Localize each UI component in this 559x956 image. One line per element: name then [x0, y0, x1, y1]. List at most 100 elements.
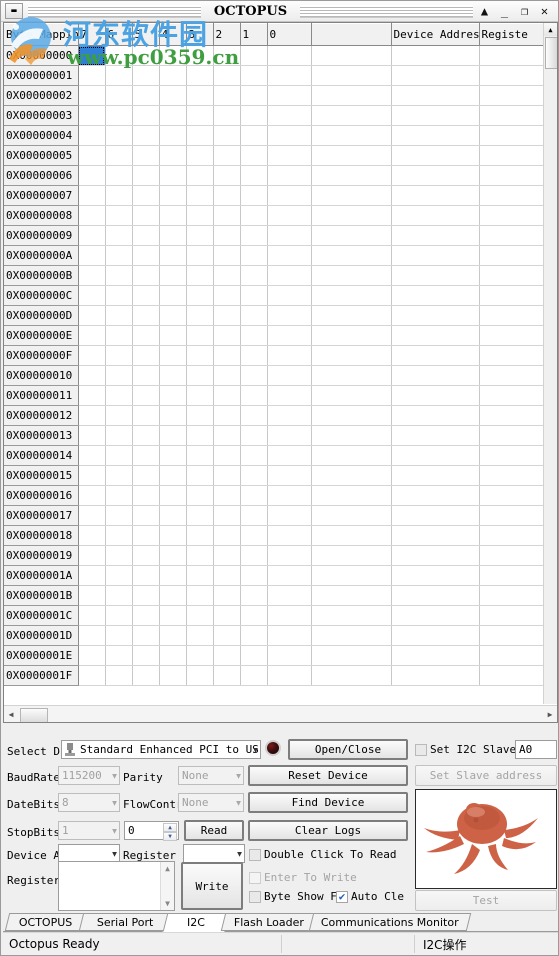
table-cell[interactable] [240, 165, 268, 186]
table-cell[interactable] [105, 265, 133, 286]
table-cell[interactable] [311, 345, 392, 366]
chevron-down-icon[interactable]: ▼ [253, 745, 258, 754]
table-cell[interactable] [159, 665, 187, 686]
table-cell[interactable] [479, 465, 545, 486]
table-cell[interactable] [391, 345, 480, 366]
table-cell[interactable] [132, 265, 160, 286]
table-cell[interactable] [78, 465, 106, 486]
table-cell[interactable] [267, 185, 312, 206]
table-cell[interactable] [240, 645, 268, 666]
table-cell[interactable] [159, 345, 187, 366]
table-row[interactable]: 0X00000012 [4, 405, 545, 426]
table-cell[interactable] [159, 605, 187, 626]
table-cell[interactable] [240, 425, 268, 446]
table-cell[interactable] [213, 365, 241, 386]
byte-show-box[interactable] [249, 890, 261, 903]
table-cell[interactable] [132, 405, 160, 426]
table-cell[interactable] [213, 265, 241, 286]
table-cell[interactable] [213, 145, 241, 166]
table-cell[interactable] [132, 585, 160, 606]
table-cell[interactable] [479, 65, 545, 86]
table-cell[interactable] [78, 565, 106, 586]
table-cell[interactable] [78, 625, 106, 646]
table-cell[interactable] [132, 305, 160, 326]
table-cell[interactable] [132, 565, 160, 586]
table-cell[interactable] [267, 365, 312, 386]
scroll-left-icon[interactable]: ◀ [4, 710, 18, 719]
table-cell[interactable] [159, 325, 187, 346]
table-cell[interactable] [240, 225, 268, 246]
table-cell[interactable] [391, 125, 480, 146]
table-cell[interactable] [267, 305, 312, 326]
table-cell[interactable] [479, 565, 545, 586]
table-cell[interactable] [240, 565, 268, 586]
table-cell[interactable] [240, 505, 268, 526]
table-cell[interactable] [479, 345, 545, 366]
table-cell[interactable] [78, 525, 106, 546]
table-row[interactable]: 0X00000004 [4, 125, 545, 146]
auto-clear-checkbox[interactable]: ✔ Auto Cle [336, 890, 404, 903]
table-cell[interactable] [479, 165, 545, 186]
table-row[interactable]: 0X0000000B [4, 265, 545, 286]
table-cell[interactable] [479, 545, 545, 566]
table-cell[interactable] [213, 465, 241, 486]
table-cell[interactable] [159, 85, 187, 106]
table-row[interactable]: 0X0000001D [4, 625, 545, 646]
table-cell[interactable] [186, 225, 214, 246]
table-cell[interactable] [78, 445, 106, 466]
table-cell[interactable] [311, 285, 392, 306]
table-cell[interactable] [132, 605, 160, 626]
table-cell[interactable] [213, 585, 241, 606]
table-cell[interactable] [186, 85, 214, 106]
table-cell[interactable] [105, 285, 133, 306]
table-cell[interactable] [267, 265, 312, 286]
table-cell[interactable] [132, 165, 160, 186]
table-cell[interactable] [311, 485, 392, 506]
table-cell[interactable] [267, 85, 312, 106]
table-row[interactable]: 0X00000018 [4, 525, 545, 546]
table-cell[interactable] [213, 545, 241, 566]
chevron-down-icon[interactable]: ▼ [236, 771, 241, 780]
table-cell[interactable] [267, 465, 312, 486]
table-cell[interactable] [267, 625, 312, 646]
register-count-stepper[interactable]: 0 ▲ ▼ [124, 821, 179, 841]
table-cell[interactable] [479, 305, 545, 326]
byte-show-checkbox[interactable]: Byte Show Fo [249, 890, 343, 903]
table-cell[interactable] [240, 305, 268, 326]
table-cell[interactable] [391, 465, 480, 486]
table-cell[interactable] [213, 165, 241, 186]
set-i2c-slave-box[interactable] [415, 743, 427, 756]
table-cell[interactable] [267, 505, 312, 526]
table-cell[interactable] [267, 205, 312, 226]
table-cell[interactable] [240, 405, 268, 426]
table-cell[interactable] [213, 225, 241, 246]
table-cell[interactable] [213, 85, 241, 106]
table-row[interactable]: 0X0000000C [4, 285, 545, 306]
table-cell[interactable] [391, 165, 480, 186]
table-cell[interactable] [240, 605, 268, 626]
table-cell[interactable] [132, 545, 160, 566]
table-cell[interactable] [311, 305, 392, 326]
table-cell[interactable] [78, 45, 106, 66]
table-row[interactable]: 0X00000003 [4, 105, 545, 126]
table-cell[interactable] [267, 65, 312, 86]
row-header-address[interactable]: 0X0000001B [4, 585, 79, 606]
table-cell[interactable] [105, 365, 133, 386]
table-cell[interactable] [391, 365, 480, 386]
table-row[interactable]: 0X00000001 [4, 65, 545, 86]
table-cell[interactable] [240, 185, 268, 206]
table-cell[interactable] [186, 45, 214, 66]
tab-i2c[interactable]: I2C [162, 913, 230, 932]
table-cell[interactable] [78, 105, 106, 126]
table-cell[interactable] [213, 485, 241, 506]
table-cell[interactable] [391, 305, 480, 326]
table-cell[interactable] [240, 385, 268, 406]
table-cell[interactable] [391, 585, 480, 606]
row-header-address[interactable]: 0X0000001A [4, 565, 79, 586]
table-cell[interactable] [186, 145, 214, 166]
table-cell[interactable] [240, 105, 268, 126]
table-cell[interactable] [391, 45, 480, 66]
table-cell[interactable] [159, 465, 187, 486]
table-cell[interactable] [186, 105, 214, 126]
table-cell[interactable] [132, 185, 160, 206]
